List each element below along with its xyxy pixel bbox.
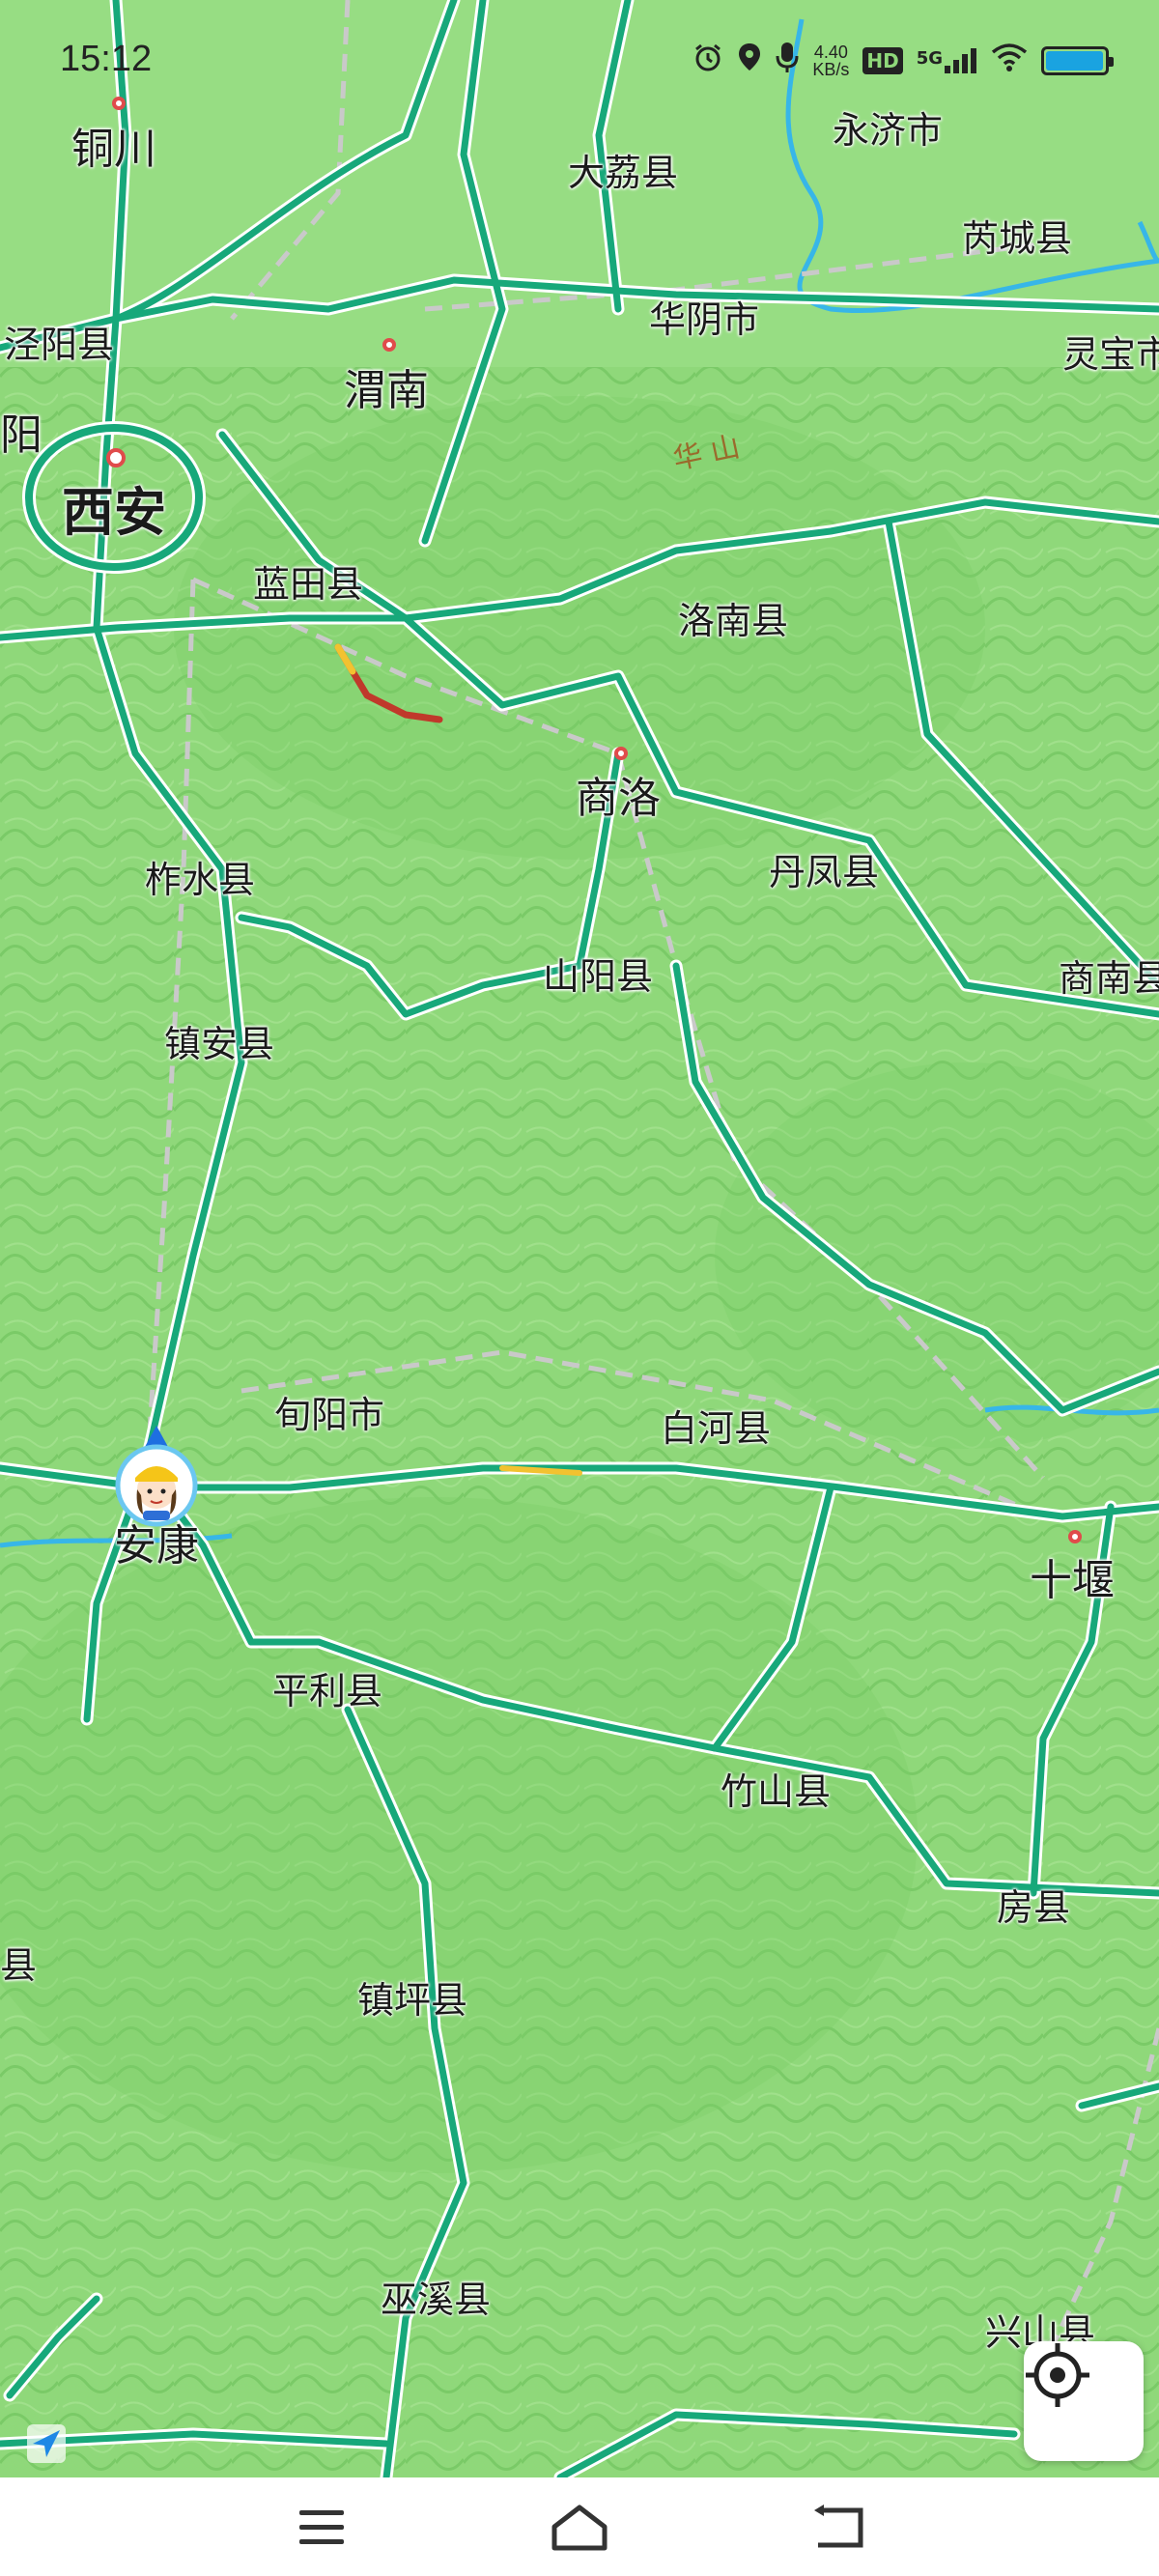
battery-icon <box>1041 46 1114 75</box>
home-button[interactable] <box>546 2497 613 2559</box>
place-label-shiyan[interactable]: 十堰 <box>1030 1545 1115 1607</box>
place-label-wuxi[interactable]: 巫溪县 <box>381 2270 491 2323</box>
crosshair-locate-icon <box>1026 2343 1089 2407</box>
place-label-jingyang[interactable]: 泾阳县 <box>4 315 114 368</box>
place-label-xunyang[interactable]: 旬阳市 <box>274 1385 384 1438</box>
menu-icon <box>299 2510 344 2544</box>
place-label-zhenan[interactable]: 镇安县 <box>164 1014 274 1067</box>
city-dot-shiyan[interactable] <box>1068 1530 1082 1543</box>
status-bar: 15:12 4.40 KB/s HD 5G <box>0 0 1159 116</box>
user-avatar-marker-icon[interactable] <box>108 1420 205 1536</box>
menu-button[interactable] <box>288 2497 355 2559</box>
status-icons: 4.40 KB/s HD 5G <box>693 41 1114 81</box>
net-speed-value: 4.40 <box>813 42 848 62</box>
place-label-huayin[interactable]: 华阴市 <box>649 290 759 343</box>
net-speed: 4.40 KB/s <box>812 43 849 78</box>
home-icon <box>551 2505 608 2551</box>
place-label-danfeng[interactable]: 丹凤县 <box>769 842 879 895</box>
back-button[interactable] <box>804 2497 871 2559</box>
navigation-arrow-icon[interactable] <box>27 2424 66 2463</box>
place-label-tongchuan[interactable]: 铜川 <box>71 114 156 176</box>
place-label-baihe[interactable]: 白河县 <box>661 1399 771 1452</box>
place-label-pingli[interactable]: 平利县 <box>272 1661 382 1714</box>
place-label-zhushan[interactable]: 竹山县 <box>721 1762 831 1815</box>
city-dot-xian[interactable] <box>106 448 126 467</box>
system-nav-bar <box>0 2477 1159 2576</box>
city-dot-weinan[interactable] <box>382 338 396 352</box>
location-icon <box>737 42 762 80</box>
place-label-zhenping[interactable]: 镇坪县 <box>357 1970 467 2024</box>
back-icon <box>814 2505 863 2548</box>
place-label-shangluo[interactable]: 商洛 <box>576 763 661 825</box>
alarm-icon <box>693 42 723 80</box>
place-label-luonan[interactable]: 洛南县 <box>678 591 788 644</box>
place-label-xianyang[interactable]: 阳 <box>0 400 42 462</box>
map-terrain <box>0 0 1159 2477</box>
signal-icon: 5G <box>917 48 977 73</box>
place-label-shangnan[interactable]: 商南县 <box>1059 948 1159 1002</box>
place-label-shanyang[interactable]: 山阳县 <box>543 947 653 1000</box>
map-view[interactable]: 铜川 大荔县 永济市 芮城县 泾阳县 渭南 华阴市 灵宝市 阳 西安 华 山 蓝… <box>0 0 1159 2477</box>
microphone-icon <box>776 41 799 81</box>
wifi-icon <box>991 42 1028 79</box>
place-label-zhashui[interactable]: 柞水县 <box>145 850 255 903</box>
place-label-fangxian[interactable]: 房县 <box>997 1878 1070 1931</box>
place-label-lantian[interactable]: 蓝田县 <box>253 554 363 608</box>
city-dot-shangluo[interactable] <box>614 747 628 760</box>
status-time: 15:12 <box>60 39 153 79</box>
hd-icon: HD <box>862 47 903 74</box>
place-label-dali[interactable]: 大荔县 <box>568 143 678 196</box>
place-label-weinan[interactable]: 渭南 <box>344 355 429 417</box>
locate-button[interactable] <box>1024 2341 1144 2461</box>
network-type: 5G <box>916 48 943 69</box>
battery-level <box>1046 51 1103 71</box>
place-label-lingbao[interactable]: 灵宝市 <box>1062 325 1159 378</box>
place-label-edge-county[interactable]: 县 <box>0 1936 37 1989</box>
net-speed-unit: KB/s <box>812 60 850 79</box>
place-label-xian[interactable]: 西安 <box>62 469 166 546</box>
place-label-ruicheng[interactable]: 芮城县 <box>962 209 1072 262</box>
